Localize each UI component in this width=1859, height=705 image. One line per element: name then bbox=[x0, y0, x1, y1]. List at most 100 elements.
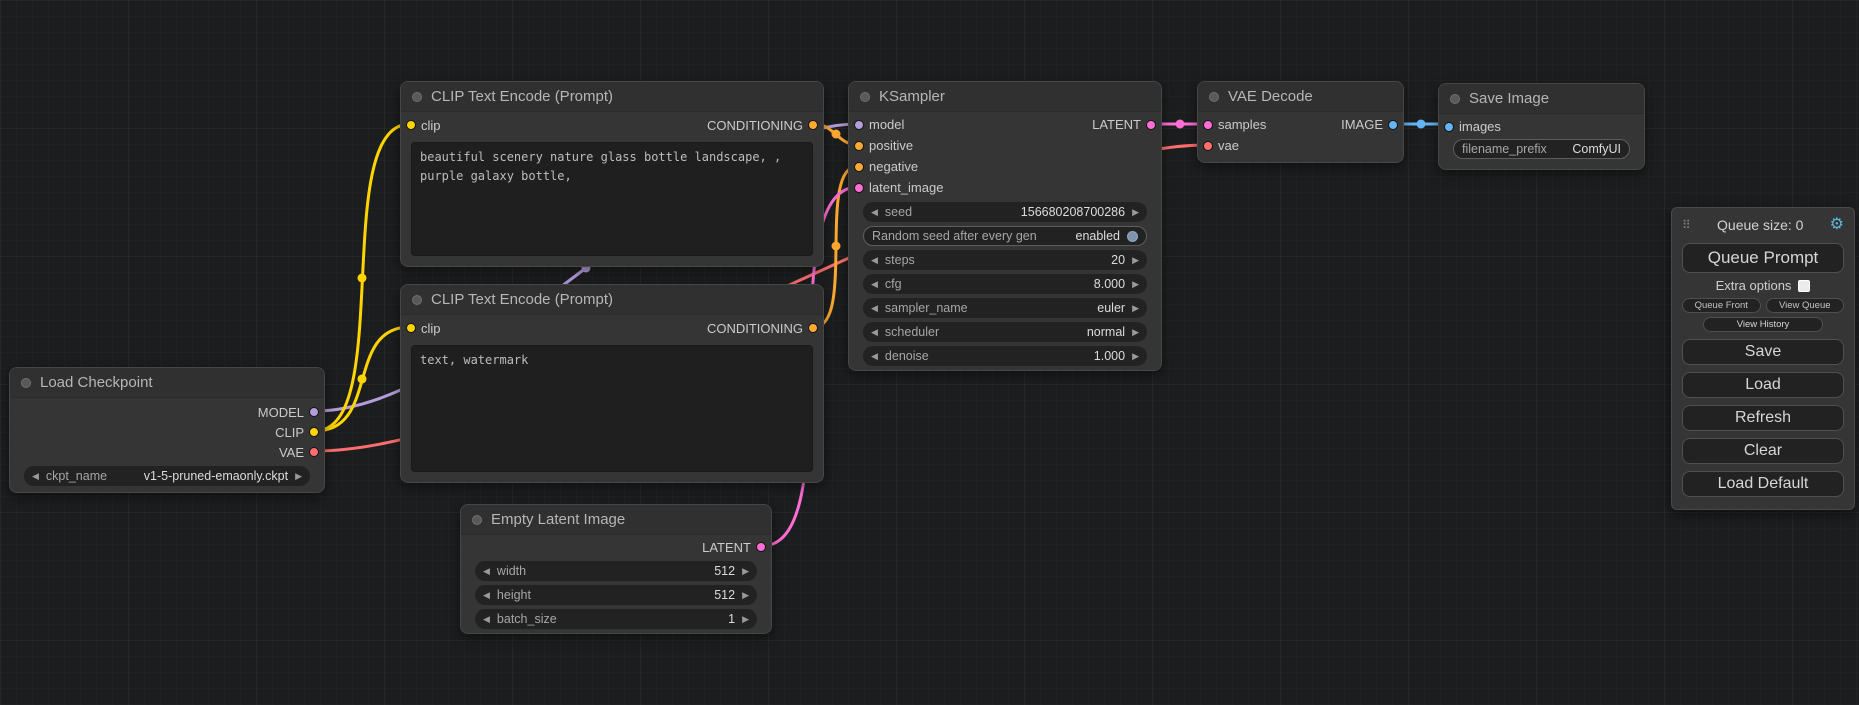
random-seed-toggle-icon[interactable] bbox=[1127, 231, 1138, 242]
input-slot-vae[interactable]: vae bbox=[1198, 135, 1403, 156]
node-title-bar[interactable]: CLIP Text Encode (Prompt) bbox=[401, 82, 823, 112]
node-collapse-dot-icon[interactable] bbox=[472, 515, 482, 525]
view-queue-button[interactable]: View Queue bbox=[1766, 298, 1845, 313]
increment-arrow-icon[interactable]: ▶ bbox=[1132, 280, 1139, 289]
decrement-arrow-icon[interactable]: ◀ bbox=[32, 472, 39, 481]
extra-options-checkbox[interactable] bbox=[1798, 280, 1810, 292]
node-title-bar[interactable]: Empty Latent Image bbox=[461, 505, 771, 535]
load-default-button[interactable]: Load Default bbox=[1682, 471, 1844, 497]
queue-panel[interactable]: ⠿ Queue size: 0 ⚙ Queue Prompt Extra opt… bbox=[1671, 207, 1855, 510]
load-button[interactable]: Load bbox=[1682, 372, 1844, 398]
model-input-dot[interactable] bbox=[854, 120, 864, 130]
settings-gear-icon[interactable]: ⚙ bbox=[1830, 217, 1844, 233]
node-title-bar[interactable]: VAE Decode bbox=[1198, 82, 1403, 112]
increment-arrow-icon[interactable]: ▶ bbox=[1132, 304, 1139, 313]
samples-input-dot[interactable] bbox=[1203, 120, 1213, 130]
scheduler-widget[interactable]: ◀ scheduler normal ▶ bbox=[863, 322, 1147, 342]
clip-input-dot[interactable] bbox=[406, 120, 416, 130]
node-title-bar[interactable]: KSampler bbox=[849, 82, 1161, 112]
decrement-arrow-icon[interactable]: ◀ bbox=[871, 208, 878, 217]
height-widget[interactable]: ◀ height 512 ▶ bbox=[475, 585, 757, 605]
refresh-button[interactable]: Refresh bbox=[1682, 405, 1844, 431]
vae-input-dot[interactable] bbox=[1203, 141, 1213, 151]
decrement-arrow-icon[interactable]: ◀ bbox=[871, 280, 878, 289]
node-load-checkpoint[interactable]: Load Checkpoint MODEL CLIP VAE ◀ ckpt_na… bbox=[9, 367, 325, 493]
output-slot-latent[interactable]: LATENT bbox=[461, 535, 771, 559]
positive-input-dot[interactable] bbox=[854, 141, 864, 151]
increment-arrow-icon[interactable]: ▶ bbox=[1132, 352, 1139, 361]
node-vae-decode[interactable]: VAE Decode samples IMAGE vae bbox=[1197, 81, 1404, 163]
queue-panel-header: ⠿ Queue size: 0 ⚙ bbox=[1682, 214, 1844, 236]
width-widget[interactable]: ◀ width 512 ▶ bbox=[475, 561, 757, 581]
input-slot-negative[interactable]: negative bbox=[849, 156, 1161, 177]
view-history-button[interactable]: View History bbox=[1703, 317, 1823, 332]
increment-arrow-icon[interactable]: ▶ bbox=[742, 615, 749, 624]
ckpt-name-widget[interactable]: ◀ ckpt_name v1-5-pruned-emaonly.ckpt ▶ bbox=[24, 466, 310, 486]
conditioning-output-dot[interactable] bbox=[808, 323, 818, 333]
vae-output-dot[interactable] bbox=[309, 447, 319, 457]
clear-button[interactable]: Clear bbox=[1682, 438, 1844, 464]
negative-prompt-text-area[interactable]: text, watermark bbox=[411, 345, 813, 472]
node-save-image[interactable]: Save Image images filename_prefix ComfyU… bbox=[1438, 83, 1645, 170]
drag-handle-icon[interactable]: ⠿ bbox=[1682, 218, 1691, 232]
latent-image-input-dot[interactable] bbox=[854, 183, 864, 193]
node-title-bar[interactable]: Load Checkpoint bbox=[10, 368, 324, 398]
increment-arrow-icon[interactable]: ▶ bbox=[1132, 256, 1139, 265]
decrement-arrow-icon[interactable]: ◀ bbox=[871, 256, 878, 265]
node-ksampler[interactable]: KSampler model LATENT positive negative … bbox=[848, 81, 1162, 371]
increment-arrow-icon[interactable]: ▶ bbox=[742, 591, 749, 600]
increment-arrow-icon[interactable]: ▶ bbox=[1132, 328, 1139, 337]
output-slot-vae[interactable]: VAE bbox=[10, 442, 324, 462]
random-seed-widget[interactable]: Random seed after every gen enabled bbox=[863, 226, 1147, 246]
increment-arrow-icon[interactable]: ▶ bbox=[1132, 208, 1139, 217]
widget-value: 512 bbox=[714, 564, 735, 578]
decrement-arrow-icon[interactable]: ◀ bbox=[871, 304, 878, 313]
save-button[interactable]: Save bbox=[1682, 339, 1844, 365]
model-output-dot[interactable] bbox=[309, 407, 319, 417]
filename-prefix-widget[interactable]: filename_prefix ComfyUI bbox=[1453, 139, 1630, 159]
node-collapse-dot-icon[interactable] bbox=[1450, 94, 1460, 104]
clip-output-dot[interactable] bbox=[309, 427, 319, 437]
steps-widget[interactable]: ◀ steps 20 ▶ bbox=[863, 250, 1147, 270]
sampler-name-widget[interactable]: ◀ sampler_name euler ▶ bbox=[863, 298, 1147, 318]
output-slot-clip[interactable]: CLIP bbox=[10, 422, 324, 442]
widget-label: height bbox=[497, 588, 531, 602]
node-empty-latent-image[interactable]: Empty Latent Image LATENT ◀ width 512 ▶ … bbox=[460, 504, 772, 634]
node-collapse-dot-icon[interactable] bbox=[1209, 92, 1219, 102]
input-slot-latent-image[interactable]: latent_image bbox=[849, 177, 1161, 198]
increment-arrow-icon[interactable]: ▶ bbox=[295, 472, 302, 481]
latent-output-dot[interactable] bbox=[756, 542, 766, 552]
decrement-arrow-icon[interactable]: ◀ bbox=[871, 352, 878, 361]
node-title-bar[interactable]: Save Image bbox=[1439, 84, 1644, 114]
batch-size-widget[interactable]: ◀ batch_size 1 ▶ bbox=[475, 609, 757, 629]
conditioning-output-dot[interactable] bbox=[808, 120, 818, 130]
positive-prompt-text-area[interactable]: beautiful scenery nature glass bottle la… bbox=[411, 142, 813, 256]
queue-prompt-button[interactable]: Queue Prompt bbox=[1682, 243, 1844, 273]
decrement-arrow-icon[interactable]: ◀ bbox=[483, 591, 490, 600]
node-title-bar[interactable]: CLIP Text Encode (Prompt) bbox=[401, 285, 823, 315]
comfyui-workspace[interactable]: { "colors": { "model": "#B39DDB", "clip"… bbox=[0, 0, 1859, 705]
node-clip-text-encode-positive[interactable]: CLIP Text Encode (Prompt) clip CONDITION… bbox=[400, 81, 824, 267]
images-input-dot[interactable] bbox=[1444, 122, 1454, 132]
clip-input-dot[interactable] bbox=[406, 323, 416, 333]
node-collapse-dot-icon[interactable] bbox=[412, 92, 422, 102]
decrement-arrow-icon[interactable]: ◀ bbox=[483, 567, 490, 576]
output-slot-model[interactable]: MODEL bbox=[10, 402, 324, 422]
node-collapse-dot-icon[interactable] bbox=[860, 92, 870, 102]
widget-label: denoise bbox=[885, 349, 929, 363]
decrement-arrow-icon[interactable]: ◀ bbox=[871, 328, 878, 337]
negative-input-dot[interactable] bbox=[854, 162, 864, 172]
input-slot-images[interactable]: images bbox=[1439, 116, 1644, 137]
seed-widget[interactable]: ◀ seed 156680208700286 ▶ bbox=[863, 202, 1147, 222]
cfg-widget[interactable]: ◀ cfg 8.000 ▶ bbox=[863, 274, 1147, 294]
queue-front-button[interactable]: Queue Front bbox=[1682, 298, 1761, 313]
latent-output-dot[interactable] bbox=[1146, 120, 1156, 130]
decrement-arrow-icon[interactable]: ◀ bbox=[483, 615, 490, 624]
node-collapse-dot-icon[interactable] bbox=[412, 295, 422, 305]
increment-arrow-icon[interactable]: ▶ bbox=[742, 567, 749, 576]
node-collapse-dot-icon[interactable] bbox=[21, 378, 31, 388]
node-clip-text-encode-negative[interactable]: CLIP Text Encode (Prompt) clip CONDITION… bbox=[400, 284, 824, 483]
image-output-dot[interactable] bbox=[1388, 120, 1398, 130]
input-slot-positive[interactable]: positive bbox=[849, 135, 1161, 156]
denoise-widget[interactable]: ◀ denoise 1.000 ▶ bbox=[863, 346, 1147, 366]
